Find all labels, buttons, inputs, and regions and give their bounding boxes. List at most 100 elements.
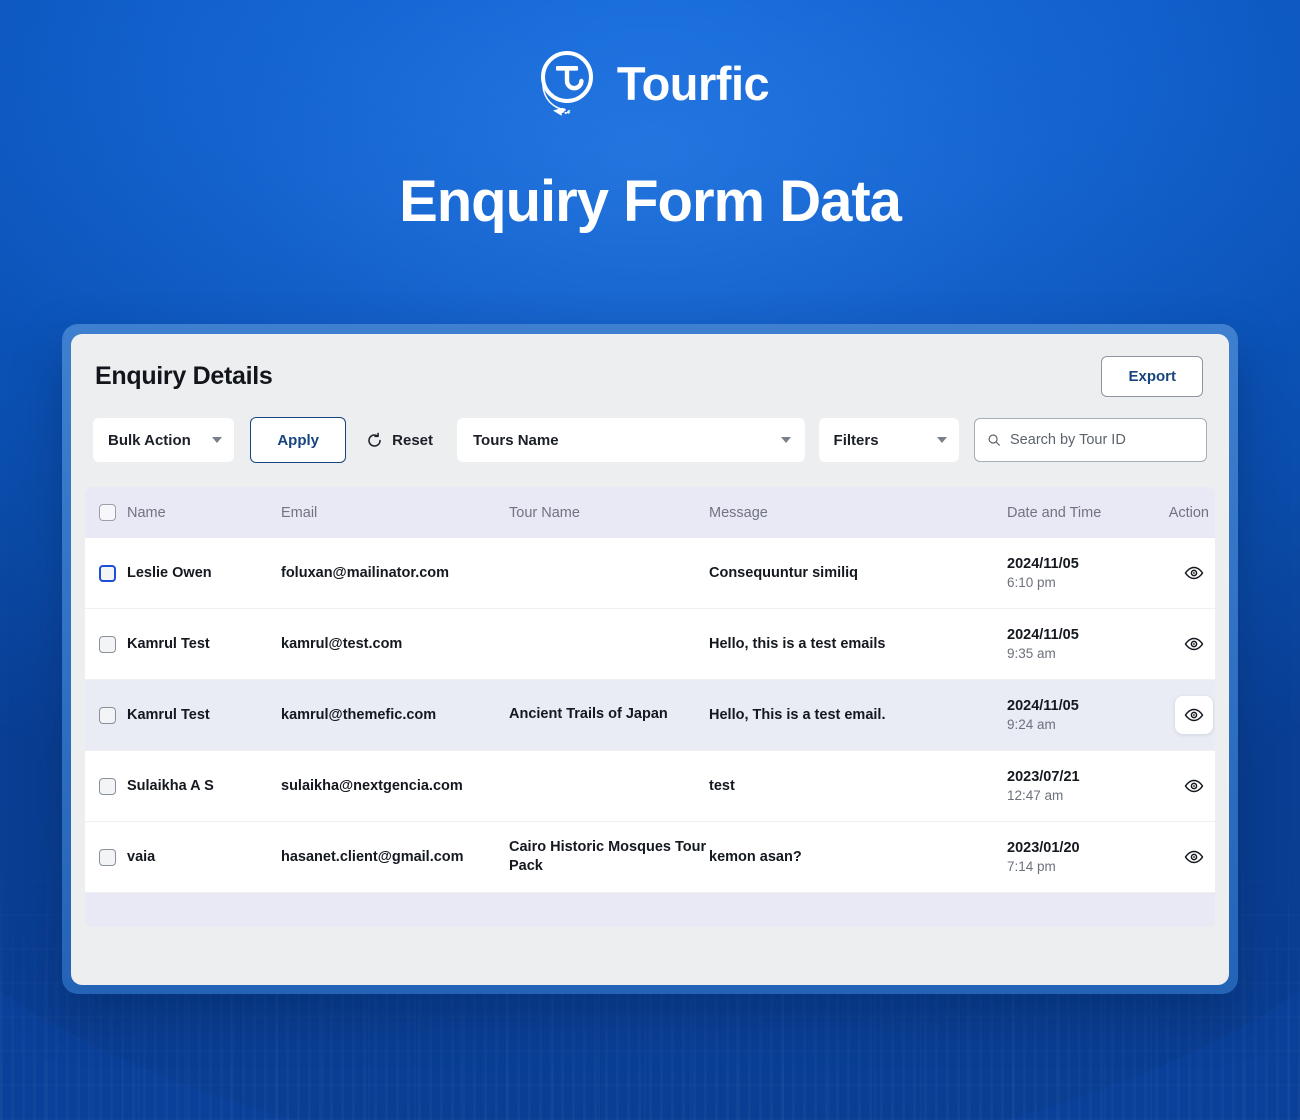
- view-enquiry-button[interactable]: [1175, 696, 1213, 734]
- brand-lockup: Tourfic: [0, 48, 1300, 118]
- cell-datetime: 2023/07/21 12:47 am: [1007, 751, 1159, 822]
- table-row[interactable]: vaia hasanet.client@gmail.com Cairo Histor…: [85, 821, 1215, 893]
- card-title: Enquiry Details: [95, 362, 273, 390]
- search-box[interactable]: [973, 418, 1207, 462]
- enquiry-details-card: Enquiry Details Export Bulk Action Apply…: [71, 334, 1229, 985]
- row-date: 2024/11/05: [1007, 698, 1079, 714]
- row-date: 2023/07/21: [1007, 769, 1080, 785]
- table-row[interactable]: Kamrul Test kamrul@themefic.com Ancient Tr…: [85, 679, 1215, 751]
- row-time: 7:14 pm: [1007, 859, 1056, 875]
- cell-message: Hello, This is a test email.: [709, 707, 886, 723]
- cell-name: Leslie Owen: [85, 538, 281, 609]
- chevron-down-icon: [780, 437, 791, 443]
- row-name-label: Kamrul Test: [127, 636, 210, 652]
- export-button[interactable]: Export: [1101, 356, 1203, 397]
- cell-action: [1159, 680, 1215, 751]
- row-name-label: Sulaikha A S: [127, 778, 214, 794]
- tourfic-logo-icon: [540, 51, 593, 116]
- enquiry-table-container: Name Email Tour Name Message Date and Ti…: [85, 487, 1215, 894]
- row-time: 12:47 am: [1007, 788, 1064, 803]
- chevron-down-icon: [212, 437, 223, 443]
- tours-name-select[interactable]: Tours Name: [457, 418, 805, 462]
- view-enquiry-button[interactable]: [1175, 554, 1213, 592]
- reset-label: Reset: [392, 431, 433, 449]
- row-date: 2024/11/05: [1007, 627, 1079, 643]
- cell-tour: Cairo Historic Mosques Tour Pack: [509, 839, 707, 875]
- row-name-label: vaia: [127, 849, 156, 866]
- app-screenshot-frame: Enquiry Details Export Bulk Action Apply…: [62, 324, 1238, 994]
- filters-select[interactable]: Filters: [818, 418, 959, 462]
- cell-datetime: 2024/11/05 6:10 pm: [1007, 538, 1159, 609]
- cell-action: [1159, 609, 1215, 680]
- bulk-action-label: Bulk Action: [108, 431, 191, 449]
- cell-action: [1159, 751, 1215, 822]
- row-time: 9:35 am: [1007, 646, 1056, 661]
- column-header-action: Action: [1168, 504, 1209, 521]
- filters-label: Filters: [833, 431, 879, 449]
- cell-name: vaia: [85, 822, 281, 893]
- cell-email: hasanet.client@gmail.com: [281, 849, 464, 866]
- column-header-message: Message: [709, 504, 768, 521]
- cell-datetime: 2023/01/20 7:14 pm: [1007, 822, 1159, 893]
- cell-tour: [509, 538, 709, 609]
- view-enquiry-button[interactable]: [1175, 838, 1213, 876]
- column-header-name: Name: [85, 487, 281, 538]
- page-title: Enquiry Form Data: [399, 169, 902, 234]
- table-header-row: Name Email Tour Name Message Date and Ti…: [85, 487, 1215, 538]
- cell-datetime: 2024/11/05 9:35 am: [1007, 609, 1159, 680]
- brand-wordmark: Tourfic: [616, 56, 770, 110]
- column-header-tour: Tour Name: [509, 504, 580, 521]
- eye-icon: [1184, 637, 1204, 651]
- table-head: Name Email Tour Name Message Date and Ti…: [85, 487, 1215, 538]
- row-date: 2023/01/20: [1007, 840, 1080, 857]
- bulk-action-select[interactable]: Bulk Action: [93, 418, 235, 462]
- cell-tour: [509, 609, 709, 680]
- table-body: Leslie Owen foluxan@mailinator.com Consequ…: [85, 538, 1215, 893]
- row-checkbox[interactable]: [99, 848, 116, 866]
- reset-button[interactable]: Reset: [366, 432, 433, 449]
- eye-icon: [1184, 566, 1204, 580]
- chevron-down-icon: [936, 437, 947, 443]
- row-date: 2024/11/05: [1007, 556, 1079, 572]
- view-enquiry-button[interactable]: [1175, 625, 1213, 663]
- cell-name: Kamrul Test: [85, 680, 281, 751]
- column-header-name-label: Name: [127, 504, 166, 521]
- table-row[interactable]: Kamrul Test kamrul@test.com Hello, this is…: [85, 608, 1215, 680]
- search-icon: [988, 434, 1000, 446]
- table-row[interactable]: Sulaikha A S sulaikha@nextgencia.com test 2…: [85, 750, 1215, 822]
- cell-action: [1159, 538, 1215, 609]
- cell-action: [1159, 822, 1215, 893]
- column-header-date: Date and Time: [1007, 504, 1102, 521]
- cell-email: foluxan@mailinator.com: [281, 565, 450, 581]
- cell-tour: Ancient Trails of Japan: [509, 706, 668, 723]
- search-input[interactable]: [1010, 432, 1194, 448]
- toolbar: Bulk Action Apply Reset Tours Name Filte…: [71, 397, 1229, 463]
- refresh-icon: [368, 432, 381, 447]
- enquiry-table: Name Email Tour Name Message Date and Ti…: [85, 487, 1215, 893]
- row-time: 6:10 pm: [1007, 575, 1056, 590]
- view-enquiry-button[interactable]: [1175, 767, 1213, 805]
- cell-email: kamrul@test.com: [281, 636, 403, 652]
- row-name-label: Leslie Owen: [127, 565, 212, 581]
- eye-icon: [1184, 708, 1204, 722]
- row-checkbox[interactable]: [99, 777, 116, 795]
- cell-datetime: 2024/11/05 9:24 am: [1007, 680, 1159, 751]
- row-checkbox[interactable]: [99, 564, 116, 582]
- cell-tour: [509, 751, 709, 822]
- table-row[interactable]: Leslie Owen foluxan@mailinator.com Consequ…: [85, 538, 1215, 609]
- cell-email: sulaikha@nextgencia.com: [281, 778, 463, 794]
- cell-message: kemon asan?: [709, 849, 802, 866]
- column-header-email: Email: [281, 504, 318, 521]
- cell-message: test: [709, 778, 735, 794]
- tours-name-label: Tours Name: [473, 431, 559, 449]
- cell-email: kamrul@themefic.com: [281, 707, 437, 723]
- select-all-checkbox[interactable]: [99, 504, 116, 521]
- cell-name: Kamrul Test: [85, 609, 281, 680]
- cell-message: Hello, this is a test emails: [709, 636, 886, 652]
- apply-button[interactable]: Apply: [250, 417, 347, 463]
- row-time: 9:24 am: [1007, 717, 1056, 732]
- row-checkbox[interactable]: [99, 635, 116, 653]
- eye-icon: [1184, 850, 1204, 864]
- row-checkbox[interactable]: [99, 706, 116, 724]
- cell-message: Consequuntur similiq: [709, 565, 859, 581]
